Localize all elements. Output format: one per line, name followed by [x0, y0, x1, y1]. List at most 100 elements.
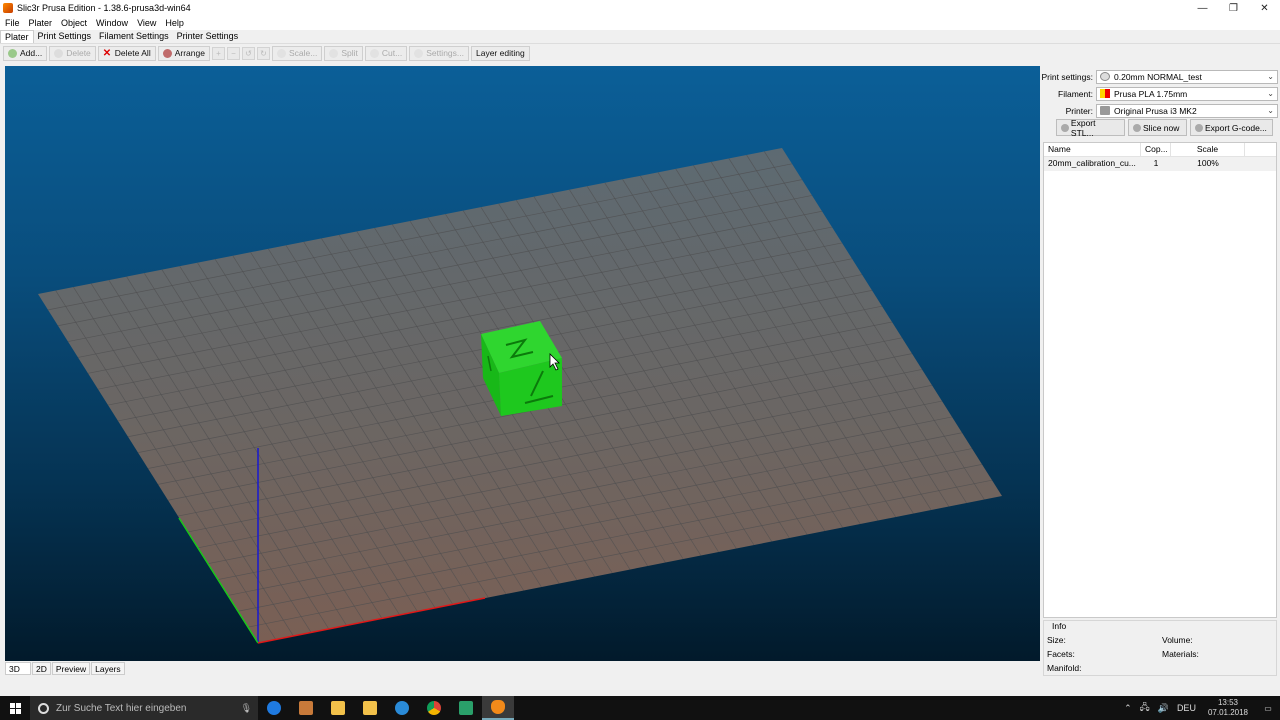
info-title: Info	[1050, 621, 1069, 631]
windows-taskbar: Zur Suche Text hier eingeben 🎙 ⌃ 🖧 🔊 DEU…	[0, 696, 1280, 720]
layer-editing-label: Layer editing	[476, 48, 525, 58]
split-label: Split	[341, 48, 358, 58]
materials-label: Materials:	[1162, 649, 1199, 659]
menu-help[interactable]: Help	[160, 18, 188, 28]
taskbar-app-explorer[interactable]	[322, 696, 354, 720]
table-row[interactable]: 20mm_calibration_cu... 1 100%	[1044, 157, 1276, 171]
menu-file[interactable]: File	[0, 18, 24, 28]
delete-icon	[54, 48, 64, 58]
menu-object[interactable]: Object	[56, 18, 91, 28]
print-settings-value: 0.20mm NORMAL_test	[1114, 71, 1202, 82]
tab-plater[interactable]: Plater	[0, 30, 34, 43]
decrease-copies-icon[interactable]: −	[226, 46, 240, 60]
tab-printer-settings[interactable]: Printer Settings	[173, 30, 243, 43]
chevron-up-icon[interactable]: ⌃	[1124, 703, 1132, 714]
tab-preview[interactable]: Preview	[51, 662, 91, 675]
taskbar-app-slic3r[interactable]	[482, 696, 514, 720]
delete-button[interactable]: Delete	[49, 45, 96, 61]
folder-icon	[331, 701, 345, 715]
right-panel: Print settings: 0.20mm NORMAL_test ⌄ Fil…	[1040, 66, 1280, 676]
scale-button[interactable]: Scale...	[271, 45, 323, 61]
network-icon[interactable]: 🖧	[1140, 700, 1150, 716]
plater-toolbar: Add... Delete ✕ Delete All Arrange + − ↺…	[0, 44, 1280, 62]
windows-logo-icon	[9, 702, 21, 714]
print-settings-select[interactable]: 0.20mm NORMAL_test ⌄	[1096, 69, 1278, 84]
maximize-button[interactable]: ❐	[1218, 0, 1249, 16]
filament-select[interactable]: Prusa PLA 1.75mm ⌄	[1096, 86, 1278, 101]
cut-button[interactable]: Cut...	[364, 45, 408, 61]
tab-3d[interactable]: 3D	[5, 662, 31, 675]
notification-icon[interactable]: ▭	[1256, 704, 1280, 713]
taskbar-app-green[interactable]	[450, 696, 482, 720]
menu-window[interactable]: Window	[91, 18, 132, 28]
tab-2d[interactable]: 2D	[32, 662, 51, 675]
slice-now-button[interactable]: Slice now	[1128, 119, 1187, 136]
tab-layers[interactable]: Layers	[91, 662, 125, 675]
taskbar-search[interactable]: Zur Suche Text hier eingeben 🎙	[30, 696, 258, 720]
scale-label: Scale...	[288, 48, 318, 58]
chrome-icon	[427, 701, 441, 715]
split-icon	[329, 48, 339, 58]
edge-icon	[267, 701, 281, 715]
taskbar-app-ccleaner[interactable]	[386, 696, 418, 720]
layer-editing-button[interactable]: Layer editing	[471, 45, 530, 61]
arrange-button[interactable]: Arrange	[157, 45, 210, 61]
object-list[interactable]: Name Cop... Scale 20mm_calibration_cu...…	[1043, 142, 1277, 618]
increase-copies-icon[interactable]: +	[211, 46, 225, 60]
menu-view[interactable]: View	[132, 18, 160, 28]
add-button[interactable]: Add...	[3, 45, 48, 61]
cut-label: Cut...	[381, 48, 403, 58]
arrange-label: Arrange	[174, 48, 205, 58]
clock[interactable]: 13:53 07.01.2018	[1208, 698, 1248, 718]
close-icon: ✕	[102, 47, 112, 59]
system-tray: ⌃ 🖧 🔊 DEU 13:53 07.01.2018 ▭	[1120, 696, 1280, 720]
title-bar: Slic3r Prusa Edition - 1.38.6-prusa3d-wi…	[0, 0, 1280, 16]
search-placeholder: Zur Suche Text hier eingeben	[56, 702, 187, 714]
filament-color-icon	[1100, 89, 1110, 98]
export-stl-button[interactable]: Export STL...	[1056, 118, 1125, 138]
object-copies: 1	[1153, 158, 1159, 168]
3d-viewport[interactable]	[5, 66, 1040, 661]
app-icon	[459, 701, 473, 715]
menu-plater[interactable]: Plater	[24, 18, 57, 28]
filament-label: Filament:	[1058, 88, 1093, 99]
printer-select[interactable]: Original Prusa i3 MK2 ⌄	[1096, 103, 1278, 118]
scale-icon	[276, 48, 286, 58]
scene-canvas	[38, 148, 1002, 644]
rotate-right-icon[interactable]: ↻	[256, 46, 270, 60]
slice-now-label: Slice now	[1143, 122, 1180, 133]
tab-filament-settings[interactable]: Filament Settings	[95, 30, 173, 43]
facets-label: Facets:	[1047, 649, 1075, 659]
settings-button[interactable]: Settings...	[409, 45, 469, 61]
chevron-down-icon: ⌄	[1267, 88, 1274, 98]
volume-icon[interactable]: 🔊	[1158, 703, 1169, 714]
export-gcode-button[interactable]: Export G-code...	[1190, 119, 1273, 136]
printer-value: Original Prusa i3 MK2	[1114, 105, 1197, 116]
window-title: Slic3r Prusa Edition - 1.38.6-prusa3d-wi…	[17, 3, 191, 13]
column-scale[interactable]: Scale	[1171, 143, 1245, 156]
taskbar-app-edge[interactable]	[258, 696, 290, 720]
microphone-icon[interactable]: 🎙	[241, 703, 252, 714]
delete-all-button[interactable]: ✕ Delete All	[97, 45, 156, 61]
column-name[interactable]: Name	[1044, 143, 1141, 156]
add-button-label: Add...	[20, 48, 43, 58]
rotate-left-icon[interactable]: ↺	[241, 46, 255, 60]
language-indicator[interactable]: DEU	[1177, 703, 1196, 713]
start-button[interactable]	[0, 696, 30, 720]
gear-icon	[1100, 72, 1110, 81]
export-gcode-icon	[1195, 123, 1203, 132]
ccleaner-icon	[395, 701, 409, 715]
close-button[interactable]: ✕	[1249, 0, 1280, 16]
filament-value: Prusa PLA 1.75mm	[1114, 88, 1188, 99]
column-copies[interactable]: Cop...	[1141, 143, 1171, 156]
settings-icon	[414, 48, 424, 58]
action-buttons: Export STL... Slice now Export G-code...	[1056, 118, 1276, 138]
minimize-button[interactable]: —	[1187, 0, 1218, 16]
taskbar-app-store[interactable]	[354, 696, 386, 720]
slic3r-icon	[3, 3, 13, 13]
split-button[interactable]: Split	[324, 45, 363, 61]
taskbar-app-tools[interactable]	[290, 696, 322, 720]
taskbar-app-chrome[interactable]	[418, 696, 450, 720]
export-gcode-label: Export G-code...	[1205, 122, 1267, 133]
tab-print-settings[interactable]: Print Settings	[34, 30, 96, 43]
